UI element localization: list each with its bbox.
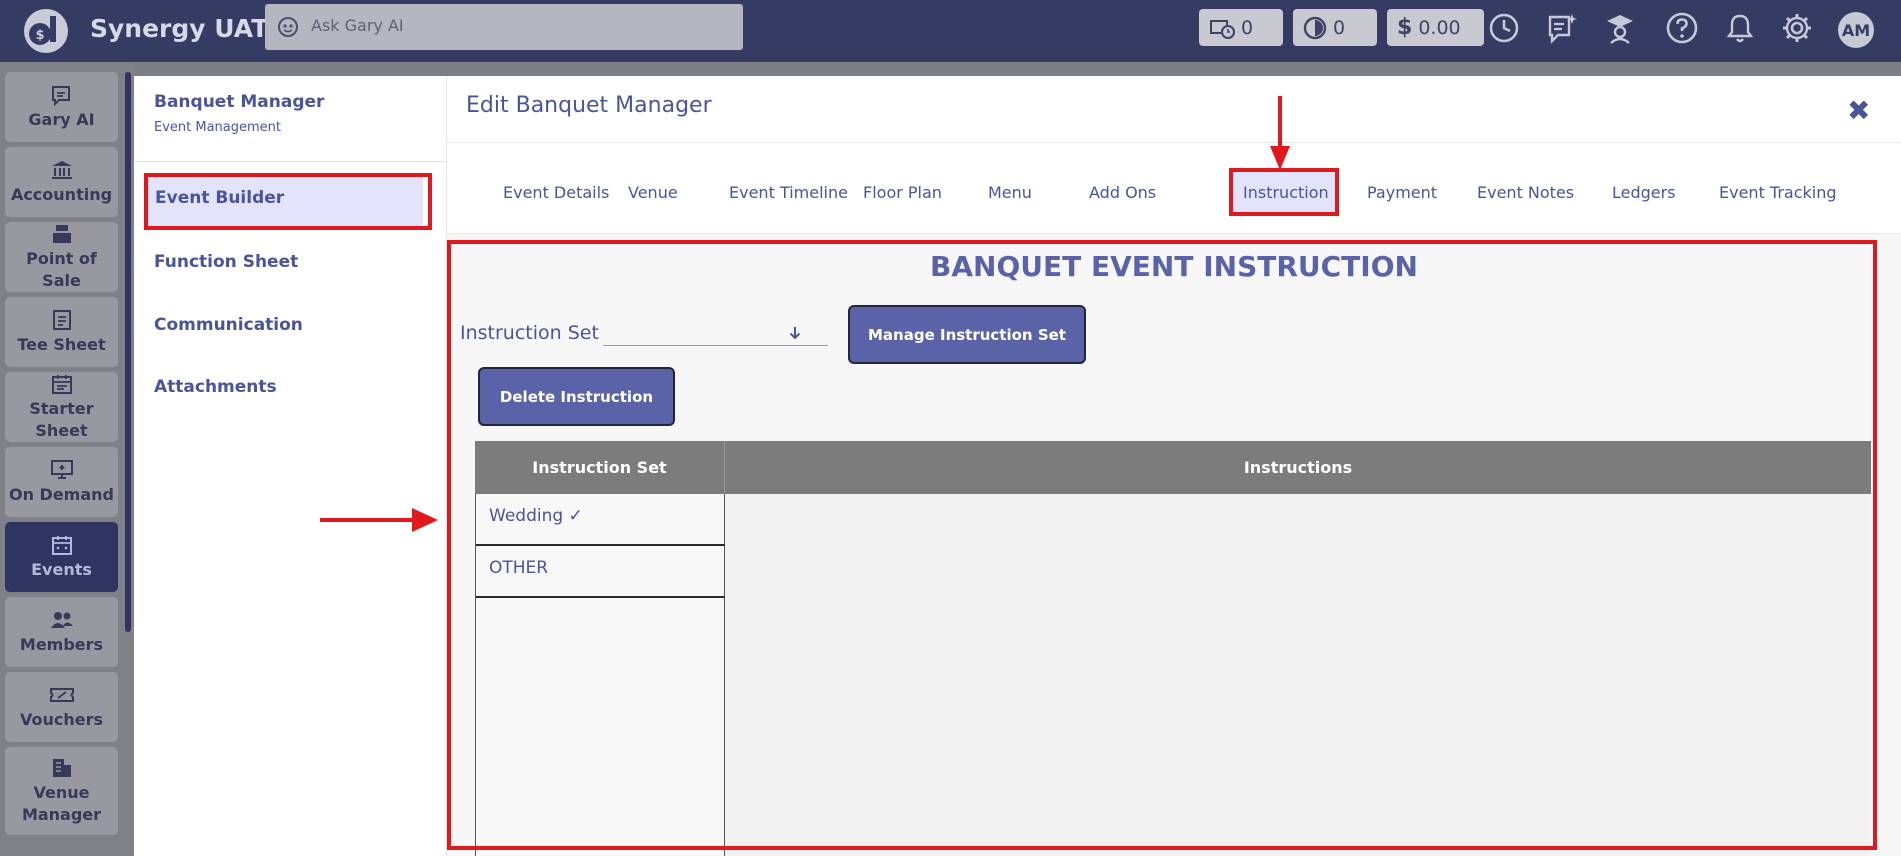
user-avatar[interactable]: AM	[1838, 12, 1874, 48]
gear-icon[interactable]	[1780, 11, 1814, 45]
nav-label: Starter Sheet	[29, 398, 94, 440]
tab-venue[interactable]: Venue	[628, 183, 678, 202]
top-bar: $ Synergy UAT Ask Gary AI 0 0 $ 0.00 AM	[0, 0, 1901, 62]
annotation-box	[1229, 168, 1339, 216]
nav-label: Venue Manager	[21, 782, 102, 824]
gary-ai-search-icon	[278, 17, 298, 37]
timer-count: 0	[1333, 16, 1346, 39]
tab-event-timeline[interactable]: Event Timeline	[729, 183, 848, 202]
nav-label: Vouchers	[19, 709, 104, 729]
tab-menu[interactable]: Menu	[988, 183, 1032, 202]
bank-icon	[51, 160, 72, 179]
balance-value: 0.00	[1418, 16, 1461, 39]
timer-icon	[1303, 16, 1327, 39]
search-placeholder: Ask Gary AI	[311, 16, 404, 35]
annotation-arrow	[320, 508, 438, 532]
tab-payment[interactable]: Payment	[1367, 183, 1437, 202]
nav-label: Members	[19, 634, 104, 654]
nav-venue-manager[interactable]: Venue Manager	[5, 747, 118, 835]
annotation-arrow	[1270, 96, 1290, 170]
side-item-communication[interactable]: Communication	[154, 315, 303, 335]
monitor-icon	[50, 459, 73, 479]
help-icon[interactable]	[1665, 11, 1699, 45]
left-nav: Gary AI Accounting Point of Sale Tee She…	[0, 62, 134, 856]
clock-icon[interactable]	[1487, 11, 1521, 45]
nav-on-demand[interactable]: On Demand	[5, 447, 118, 517]
nav-label: Point of Sale	[26, 248, 97, 290]
training-icon[interactable]	[1603, 11, 1637, 45]
app-title: Synergy UAT	[90, 14, 269, 43]
nav-label: Tee Sheet	[17, 334, 106, 354]
nav-label: Accounting	[10, 184, 113, 204]
nav-point-of-sale[interactable]: Point of Sale	[5, 222, 118, 292]
timer-counter[interactable]: 0	[1293, 9, 1377, 46]
page-title: Edit Banquet Manager	[466, 93, 712, 118]
search-bar[interactable]: Ask Gary AI	[265, 4, 743, 50]
members-icon	[50, 611, 73, 628]
tab-ledgers[interactable]: Ledgers	[1612, 183, 1676, 202]
annotation-box	[447, 240, 1877, 850]
close-icon[interactable]: ✖	[1847, 94, 1870, 127]
annotation-box	[144, 173, 432, 230]
side-item-attachments[interactable]: Attachments	[154, 377, 277, 397]
cart-count: 0	[1241, 16, 1254, 39]
balance-counter[interactable]: $ 0.00	[1387, 9, 1484, 46]
tab-add-ons[interactable]: Add Ons	[1089, 183, 1156, 202]
sheet-icon	[52, 309, 71, 330]
svg-text:$: $	[35, 28, 44, 43]
side-item-function-sheet[interactable]: Function Sheet	[154, 252, 298, 272]
nav-vouchers[interactable]: Vouchers	[5, 672, 118, 742]
nav-label: Gary AI	[28, 109, 95, 129]
nav-scrollbar[interactable]	[125, 72, 131, 632]
gary-ai-icon	[51, 85, 70, 106]
cart-counter[interactable]: 0	[1199, 9, 1283, 46]
tab-event-notes[interactable]: Event Notes	[1477, 183, 1574, 202]
tab-bar: Event Details Venue Event Timeline Floor…	[447, 143, 1901, 233]
side-title: Banquet Manager	[154, 92, 325, 112]
side-subtitle: Event Management	[154, 120, 282, 135]
nav-accounting[interactable]: Accounting	[5, 147, 118, 217]
dollar-icon: $	[1397, 15, 1413, 40]
calendar-icon	[51, 374, 72, 394]
building-icon	[52, 758, 71, 777]
register-icon	[52, 224, 71, 243]
voucher-icon	[49, 687, 74, 702]
tab-floor-plan[interactable]: Floor Plan	[863, 183, 942, 202]
nav-label: On Demand	[8, 484, 114, 504]
nav-starter-sheet[interactable]: Starter Sheet	[5, 372, 118, 442]
synergy-logo-icon[interactable]: $	[20, 6, 72, 56]
nav-gary-ai[interactable]: Gary AI	[5, 72, 118, 142]
nav-label: Events	[31, 559, 92, 579]
nav-events[interactable]: Events	[5, 522, 118, 592]
cart-clock-icon	[1210, 19, 1235, 39]
events-icon	[51, 535, 72, 555]
nav-members[interactable]: Members	[5, 597, 118, 667]
nav-tee-sheet[interactable]: Tee Sheet	[5, 297, 118, 367]
tab-event-tracking[interactable]: Event Tracking	[1719, 183, 1837, 202]
bell-icon[interactable]	[1723, 11, 1757, 45]
tab-event-details[interactable]: Event Details	[503, 183, 609, 202]
notes-ai-icon[interactable]	[1545, 11, 1579, 45]
divider	[134, 161, 447, 162]
